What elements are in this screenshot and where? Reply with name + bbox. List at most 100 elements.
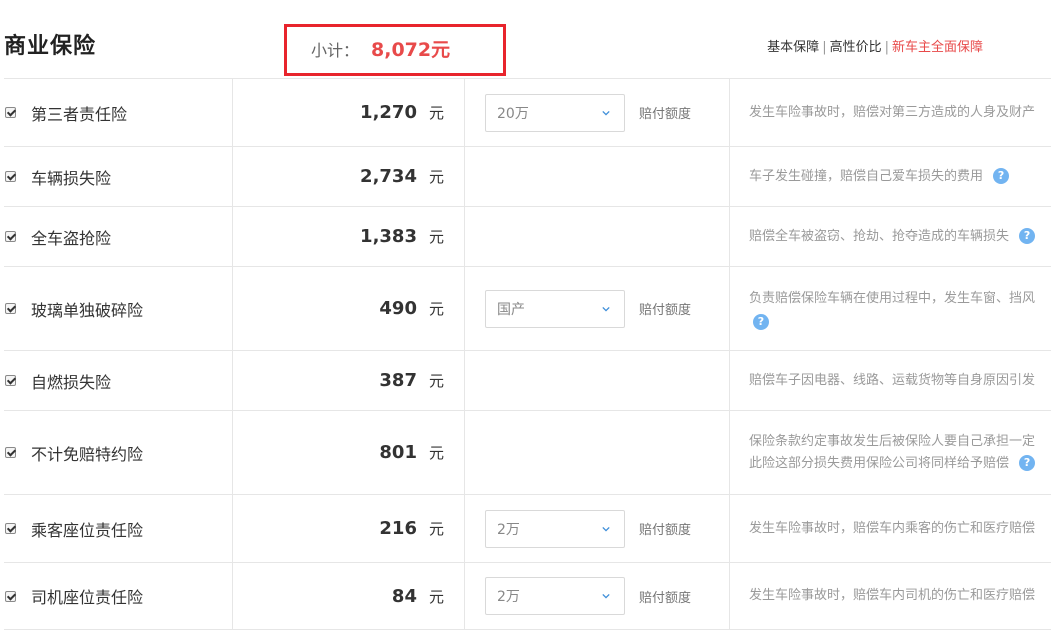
coverage-price: 387 bbox=[379, 370, 417, 391]
coverage-description: 发生车险事故时，赔偿车内乘客的伤亡和医疗赔偿 bbox=[749, 518, 1035, 540]
insurance-table: 第三者责任险 1,270 元 20万 赔付额度 发生车险事故时，赔偿对第三方造成的… bbox=[4, 78, 1051, 630]
coverage-checkbox[interactable] bbox=[5, 447, 16, 458]
coverage-label: 赔付额度 bbox=[639, 523, 692, 538]
coverage-select[interactable]: 20万 bbox=[485, 93, 625, 132]
subtotal-label: 小计： bbox=[311, 41, 360, 60]
coverage-label: 赔付额度 bbox=[639, 590, 692, 606]
coverage-name: 车辆损失险 bbox=[31, 168, 112, 188]
plan-value[interactable]: 高性价比 bbox=[830, 40, 882, 55]
coverage-description-cell: 保险条款约定事故发生后被保险人要自己承担一定 此险这部分损失费用保险公司将同样给予… bbox=[730, 411, 1051, 494]
help-icon[interactable]: ? bbox=[753, 313, 769, 330]
table-row: 第三者责任险 1,270 元 20万 赔付额度 发生车险事故时，赔偿对第三方造成的… bbox=[4, 78, 1051, 146]
price-unit: 元 bbox=[428, 587, 444, 606]
coverage-option-cell bbox=[465, 411, 730, 494]
coverage-option-cell bbox=[465, 207, 730, 266]
coverage-description-cell: 发生车险事故时，赔偿对第三方造成的人身及财产 bbox=[730, 79, 1051, 146]
description-text: 负责赔偿保险车辆在使用过程中，发生车窗、挡风 bbox=[749, 290, 1036, 306]
coverage-select[interactable]: 2万 bbox=[485, 577, 625, 615]
table-row: 乘客座位责任险 216 元 2万 赔付额度 发生车险事故时，赔偿车内乘客的伤亡和医… bbox=[4, 494, 1051, 562]
help-icon[interactable]: ? bbox=[1019, 455, 1036, 471]
coverage-price-cell: 387 元 bbox=[233, 351, 465, 410]
coverage-option-cell: 国产 赔付额度 bbox=[465, 267, 730, 350]
coverage-checkbox[interactable] bbox=[5, 375, 16, 386]
price-unit: 元 bbox=[428, 300, 444, 318]
coverage-price-cell: 801 元 bbox=[233, 411, 465, 494]
table-row: 自燃损失险 387 元 赔偿车子因电器、线路、运载货物等自身原因引发 bbox=[4, 350, 1051, 410]
description-text: 赔偿全车被盗窃、抢劫、抢夺造成的车辆损失 bbox=[749, 228, 1010, 244]
coverage-price: 1,270 bbox=[360, 102, 417, 123]
coverage-option-cell bbox=[465, 351, 730, 410]
coverage-checkbox[interactable] bbox=[5, 107, 16, 118]
price-unit: 元 bbox=[428, 168, 444, 186]
coverage-checkbox[interactable] bbox=[5, 171, 16, 182]
coverage-description: 赔偿全车被盗窃、抢劫、抢夺造成的车辆损失? bbox=[749, 226, 1036, 248]
description-text: 车子发生碰撞，赔偿自己爱车损失的费用 bbox=[749, 168, 984, 184]
coverage-checkbox[interactable] bbox=[5, 231, 16, 242]
coverage-name: 不计免赔特约险 bbox=[31, 444, 144, 464]
coverage-name-cell: 自燃损失险 bbox=[4, 351, 233, 410]
coverage-name: 司机座位责任险 bbox=[31, 588, 144, 607]
coverage-checkbox[interactable] bbox=[5, 590, 16, 602]
coverage-name-cell: 乘客座位责任险 bbox=[4, 495, 233, 562]
description-text: 保险条款约定事故发生后被保险人要自己承担一定 bbox=[749, 433, 1036, 449]
coverage-description-cell: 车子发生碰撞，赔偿自己爱车损失的费用? bbox=[730, 147, 1051, 206]
help-icon[interactable]: ? bbox=[993, 168, 1010, 184]
plan-separator: | bbox=[822, 40, 827, 55]
coverage-select-value: 2万 bbox=[497, 589, 520, 605]
coverage-select-value: 国产 bbox=[497, 301, 525, 318]
coverage-option-cell: 2万 赔付额度 bbox=[465, 563, 730, 629]
table-row: 不计免赔特约险 801 元 保险条款约定事故发生后被保险人要自己承担一定 此险这部… bbox=[4, 410, 1051, 494]
coverage-price: 216 bbox=[379, 518, 417, 539]
coverage-name-cell: 第三者责任险 bbox=[4, 79, 233, 146]
coverage-price-cell: 1,270 元 bbox=[233, 79, 465, 146]
price-unit: 元 bbox=[428, 104, 444, 122]
chevron-down-icon bbox=[602, 306, 610, 312]
chevron-down-icon bbox=[602, 593, 610, 599]
coverage-name: 全车盗抢险 bbox=[31, 228, 112, 248]
description-text: 发生车险事故时，赔偿对第三方造成的人身及财产 bbox=[749, 104, 1036, 120]
coverage-price: 801 bbox=[379, 442, 417, 463]
coverage-select-value: 20万 bbox=[497, 105, 529, 122]
subtotal-value: 8,072元 bbox=[371, 39, 451, 61]
coverage-description-cell: 赔偿全车被盗窃、抢劫、抢夺造成的车辆损失? bbox=[730, 207, 1051, 266]
coverage-price: 490 bbox=[379, 298, 417, 319]
coverage-price-cell: 2,734 元 bbox=[233, 147, 465, 206]
plan-new-owner[interactable]: 新车主全面保障 bbox=[892, 40, 983, 55]
coverage-name-cell: 车辆损失险 bbox=[4, 147, 233, 206]
description-text: 赔偿车子因电器、线路、运载货物等自身原因引发 bbox=[749, 372, 1036, 388]
plan-basic[interactable]: 基本保障 bbox=[767, 40, 819, 55]
coverage-description: 发生车险事故时，赔偿车内司机的伤亡和医疗赔偿 bbox=[749, 585, 1035, 607]
coverage-select[interactable]: 2万 bbox=[485, 509, 625, 548]
table-row: 全车盗抢险 1,383 元 赔偿全车被盗窃、抢劫、抢夺造成的车辆损失? bbox=[4, 206, 1051, 266]
coverage-name: 玻璃单独破碎险 bbox=[31, 300, 144, 320]
coverage-description: 发生车险事故时，赔偿对第三方造成的人身及财产 bbox=[749, 102, 1035, 124]
page-title: 商业保险 bbox=[4, 34, 97, 59]
coverage-price: 2,734 bbox=[360, 166, 417, 187]
table-row: 司机座位责任险 84 元 2万 赔付额度 发生车险事故时，赔偿车内司机的伤亡和医疗… bbox=[4, 562, 1051, 630]
coverage-name-cell: 全车盗抢险 bbox=[4, 207, 233, 266]
coverage-description-cell: 负责赔偿保险车辆在使用过程中，发生车窗、挡风? bbox=[730, 267, 1051, 350]
price-unit: 元 bbox=[428, 228, 444, 246]
coverage-label: 赔付额度 bbox=[639, 107, 692, 122]
coverage-checkbox[interactable] bbox=[5, 523, 16, 534]
coverage-name-cell: 不计免赔特约险 bbox=[4, 411, 233, 494]
coverage-description: 保险条款约定事故发生后被保险人要自己承担一定 此险这部分损失费用保险公司将同样给予… bbox=[749, 431, 1036, 475]
coverage-description-cell: 赔偿车子因电器、线路、运载货物等自身原因引发 bbox=[730, 351, 1051, 410]
plan-separator: | bbox=[884, 40, 889, 55]
price-unit: 元 bbox=[428, 444, 444, 462]
coverage-select[interactable]: 国产 bbox=[485, 289, 625, 328]
coverage-option-cell: 20万 赔付额度 bbox=[465, 79, 730, 146]
coverage-checkbox[interactable] bbox=[5, 303, 16, 314]
help-icon[interactable]: ? bbox=[1019, 228, 1036, 244]
coverage-label: 赔付额度 bbox=[639, 303, 692, 318]
subtotal-box: 小计： 8,072元 bbox=[284, 24, 506, 76]
coverage-name: 自燃损失险 bbox=[31, 372, 112, 392]
table-row: 玻璃单独破碎险 490 元 国产 赔付额度 负责赔偿保险车辆在使用过程中，发生车窗… bbox=[4, 266, 1051, 350]
coverage-price-cell: 84 元 bbox=[233, 563, 465, 629]
coverage-name-cell: 玻璃单独破碎险 bbox=[4, 267, 233, 350]
table-row: 车辆损失险 2,734 元 车子发生碰撞，赔偿自己爱车损失的费用? bbox=[4, 146, 1051, 206]
coverage-select-value: 2万 bbox=[497, 521, 520, 538]
coverage-description: 负责赔偿保险车辆在使用过程中，发生车窗、挡风? bbox=[749, 288, 1035, 330]
coverage-price-cell: 1,383 元 bbox=[233, 207, 465, 266]
coverage-price: 84 bbox=[391, 585, 417, 607]
